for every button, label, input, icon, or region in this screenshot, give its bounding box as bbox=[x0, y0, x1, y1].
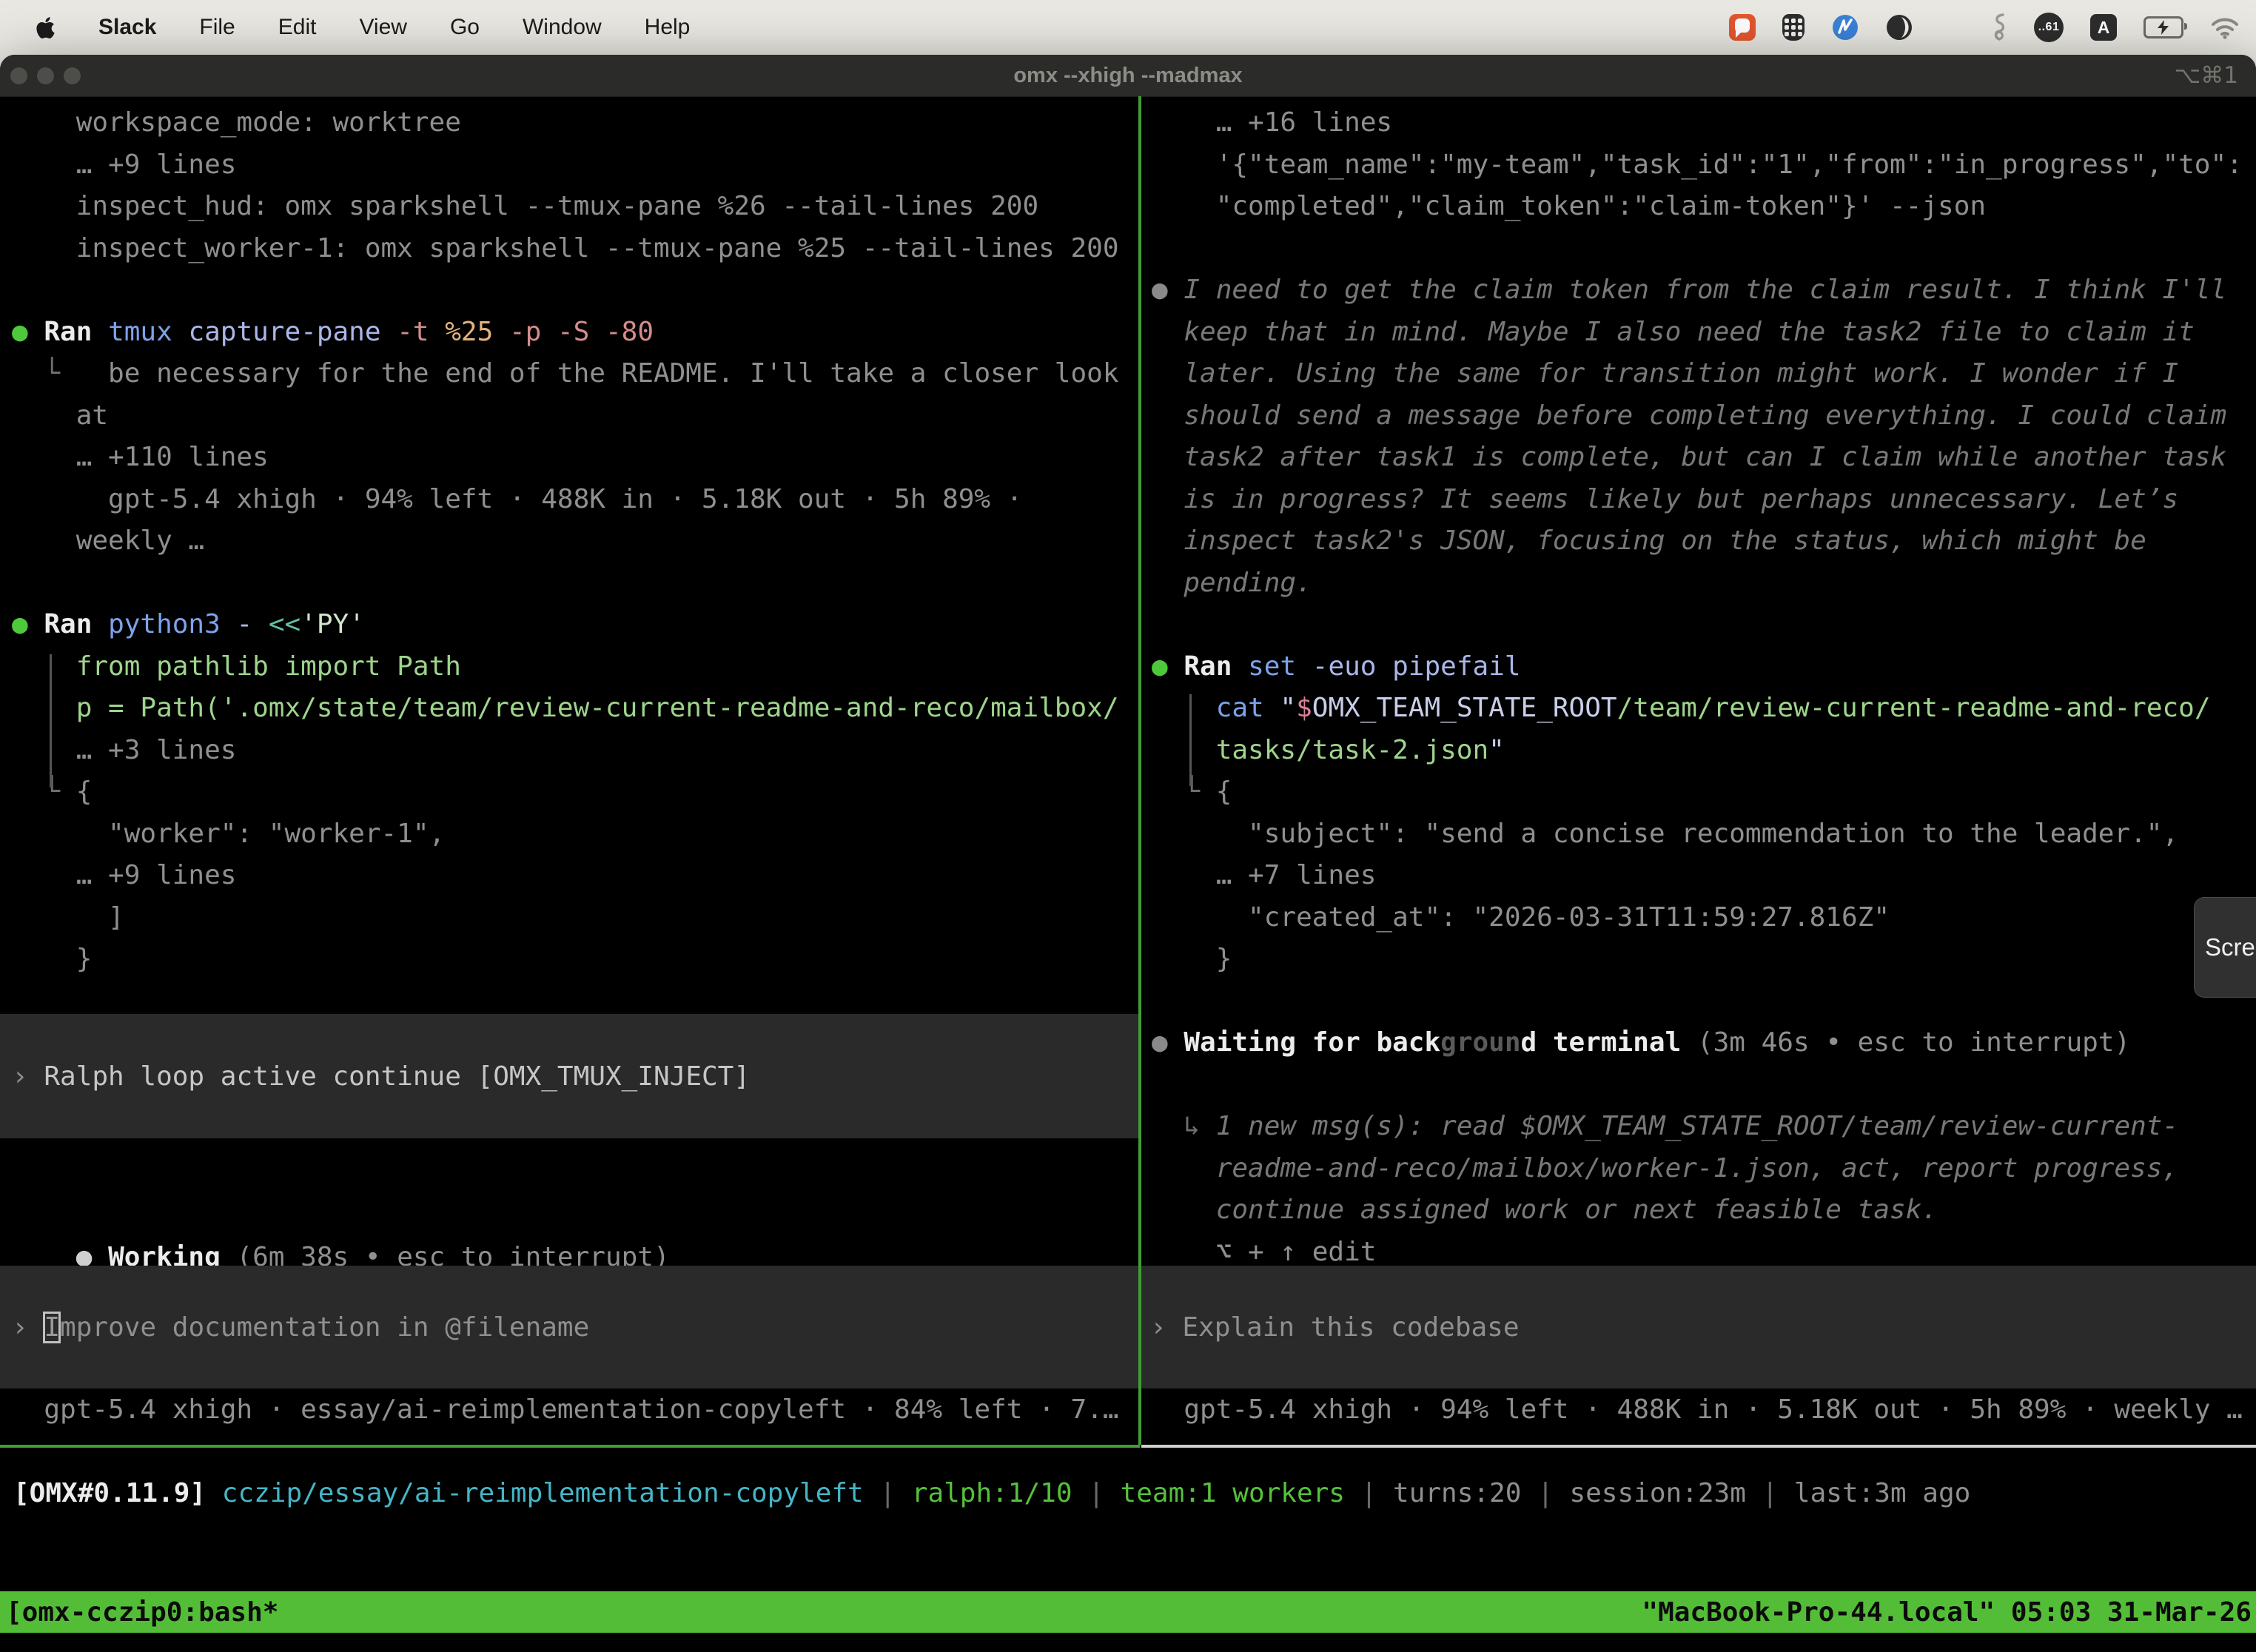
terminal-line: … +9 lines bbox=[12, 855, 1137, 897]
terminal-line: later. Using the same for transition mig… bbox=[1152, 353, 2256, 395]
terminal-line bbox=[1152, 604, 2256, 646]
window-title-bar[interactable]: omx --xhigh --madmax ⌥⌘1 bbox=[0, 55, 2256, 97]
text-cursor: I bbox=[44, 1312, 60, 1343]
terminal-line bbox=[1152, 1064, 2256, 1107]
terminal-line: ● I need to get the claim token from the… bbox=[1152, 269, 2256, 312]
window-title: omx --xhigh --madmax bbox=[0, 55, 2256, 96]
model-status-right: gpt-5.4 xhigh · 94% left · 488K in · 5.1… bbox=[1152, 1389, 2256, 1431]
terminal-line: "completed","claim_token":"claim-token"}… bbox=[1152, 186, 2256, 228]
terminal-line: "subject": "send a concise recommendatio… bbox=[1152, 813, 2256, 856]
omx-status-line: [OMX#0.11.9] cczip/essay/ai-reimplementa… bbox=[13, 1473, 1970, 1514]
terminal-window: omx --xhigh --madmax ⌥⌘1 workspace_mode:… bbox=[0, 55, 2256, 1652]
prompt-input-left[interactable]: › Improve documentation in @filename bbox=[0, 1266, 1138, 1389]
terminal-line: … +16 lines bbox=[1152, 102, 2256, 144]
pane-bottom-border-right bbox=[1141, 1445, 2256, 1448]
terminal-line: workspace_mode: worktree bbox=[12, 102, 1137, 144]
input-placeholder: mprove documentation in @filename bbox=[60, 1312, 589, 1343]
screen-tooltip: Scre bbox=[2194, 897, 2256, 998]
battery-charging-icon[interactable] bbox=[2143, 16, 2183, 38]
menu-edit[interactable]: Edit bbox=[278, 15, 317, 40]
input-prompt-icon: › bbox=[12, 1312, 44, 1343]
command-connector-line bbox=[1189, 694, 1192, 786]
terminal-line: pending. bbox=[1152, 563, 2256, 605]
terminal-line: is in progress? It seems likely but perh… bbox=[1152, 479, 2256, 521]
terminal-line: ● Ran tmux capture-pane -t %25 -p -S -80 bbox=[12, 312, 1137, 354]
chat-app-icon[interactable] bbox=[1729, 14, 1756, 41]
terminal-line: } bbox=[1152, 939, 2256, 981]
window-shortcut-badge: ⌥⌘1 bbox=[2175, 55, 2238, 96]
menu-view[interactable]: View bbox=[359, 15, 406, 40]
terminal-line: ● Ran set -euo pipefail bbox=[1152, 646, 2256, 688]
dots-grid-icon[interactable] bbox=[1939, 15, 1964, 40]
tmux-host-clock: "MacBook-Pro-44.local" 05:03 31-Mar-26 bbox=[1642, 1597, 2256, 1628]
terminal-line bbox=[12, 563, 1137, 605]
terminal-line: readme-and-reco/mailbox/worker-1.json, a… bbox=[1152, 1148, 2256, 1190]
prompt-input-right[interactable]: › Explain this codebase bbox=[1141, 1266, 2256, 1389]
terminal-line bbox=[1152, 981, 2256, 1023]
omx-status-bar: [OMX#0.11.9] cczip/essay/ai-reimplementa… bbox=[13, 1473, 1970, 1514]
terminal-line: cat "$OMX_TEAM_STATE_ROOT/team/review-cu… bbox=[1152, 688, 2256, 730]
working-indicator: ● Working (6m 38s • esc to interrupt) bbox=[12, 1195, 670, 1237]
pane-divider[interactable] bbox=[1138, 96, 1141, 1445]
input-placeholder: Explain this codebase bbox=[1182, 1312, 1519, 1343]
input-source-icon[interactable]: A bbox=[2090, 14, 2117, 41]
terminal-line bbox=[12, 269, 1137, 312]
pane-bottom-border-left bbox=[0, 1445, 1140, 1448]
terminal-line: ● Ran python3 - <<'PY' bbox=[12, 604, 1137, 646]
terminal-line: "created_at": "2026-03-31T11:59:27.816Z" bbox=[1152, 897, 2256, 939]
input-prompt-icon: › bbox=[1150, 1312, 1182, 1343]
terminal-line: from pathlib import Path bbox=[12, 646, 1137, 688]
terminal-line: keep that in mind. Maybe I also need the… bbox=[1152, 312, 2256, 354]
terminal-line bbox=[1152, 228, 2256, 270]
shield-keypad-icon[interactable] bbox=[1782, 14, 1805, 41]
terminal-line: ↳ 1 new msg(s): read $OMX_TEAM_STATE_ROO… bbox=[1152, 1106, 2256, 1148]
menu-app-name[interactable]: Slack bbox=[98, 15, 156, 40]
menu-help[interactable]: Help bbox=[645, 15, 691, 40]
terminal-line: … +110 lines bbox=[12, 437, 1137, 479]
tmux-session-label: [omx-cczip0:bash* bbox=[0, 1597, 278, 1628]
terminal-line: task2 after task1 is complete, but can I… bbox=[1152, 437, 2256, 479]
battery-percent-badge[interactable]: ..61 bbox=[2034, 13, 2064, 42]
terminal-line: … +7 lines bbox=[1152, 855, 2256, 897]
terminal-right-pane[interactable]: … +16 lines '{"team_name":"my-team","tas… bbox=[1152, 102, 2256, 1273]
terminal-line: inspect task2's JSON, focusing on the st… bbox=[1152, 520, 2256, 563]
terminal-left-pane[interactable]: workspace_mode: worktree … +9 lines insp… bbox=[12, 102, 1137, 981]
terminal-line: "worker": "worker-1", bbox=[12, 813, 1137, 856]
menu-bar: Slack File Edit View Go Window Help ..61… bbox=[0, 0, 2256, 55]
terminal-line: tasks/task-2.json" bbox=[1152, 730, 2256, 772]
command-connector-line bbox=[50, 654, 52, 788]
terminal-line: '{"team_name":"my-team","task_id":"1","f… bbox=[1152, 144, 2256, 187]
banner-prompt-icon: › bbox=[12, 1061, 28, 1092]
tmux-status-bar: [omx-cczip0:bash* "MacBook-Pro-44.local"… bbox=[0, 1591, 2256, 1633]
terminal-line: └ be necessary for the end of the README… bbox=[12, 353, 1137, 395]
hook-clip-icon[interactable] bbox=[1991, 13, 2007, 42]
menu-file[interactable]: File bbox=[199, 15, 235, 40]
terminal-line: └ { bbox=[1152, 771, 2256, 813]
menu-window[interactable]: Window bbox=[523, 15, 602, 40]
terminal-line: inspect_hud: omx sparkshell --tmux-pane … bbox=[12, 186, 1137, 228]
terminal-line: ] bbox=[12, 897, 1137, 939]
terminal-line: … +3 lines bbox=[12, 730, 1137, 772]
pie-meter-icon[interactable] bbox=[1886, 14, 1913, 41]
ralph-loop-banner: › Ralph loop active continue [OMX_TMUX_I… bbox=[0, 1014, 1138, 1138]
terminal-line: p = Path('.omx/state/team/review-current… bbox=[12, 688, 1137, 730]
terminal-line: gpt-5.4 xhigh · 94% left · 488K in · 5.1… bbox=[12, 479, 1137, 521]
terminal-line: at bbox=[12, 395, 1137, 437]
terminal-line: } bbox=[12, 939, 1137, 981]
wifi-icon[interactable] bbox=[2210, 16, 2240, 39]
model-status-left: gpt-5.4 xhigh · essay/ai-reimplementatio… bbox=[12, 1389, 1137, 1431]
terminal-line: continue assigned work or next feasible … bbox=[1152, 1189, 2256, 1232]
terminal-line: └ { bbox=[12, 771, 1137, 813]
sync-bolt-icon[interactable] bbox=[1831, 13, 1859, 41]
terminal-line: weekly … bbox=[12, 520, 1137, 563]
terminal-line: … +9 lines bbox=[12, 144, 1137, 187]
apple-menu-icon[interactable] bbox=[36, 16, 56, 40]
terminal-line: ● Waiting for background terminal (3m 46… bbox=[1152, 1022, 2256, 1064]
banner-text: Ralph loop active continue [OMX_TMUX_INJ… bbox=[28, 1061, 750, 1092]
terminal-line: should send a message before completing … bbox=[1152, 395, 2256, 437]
terminal-line: inspect_worker-1: omx sparkshell --tmux-… bbox=[12, 228, 1137, 270]
menu-go[interactable]: Go bbox=[450, 15, 480, 40]
